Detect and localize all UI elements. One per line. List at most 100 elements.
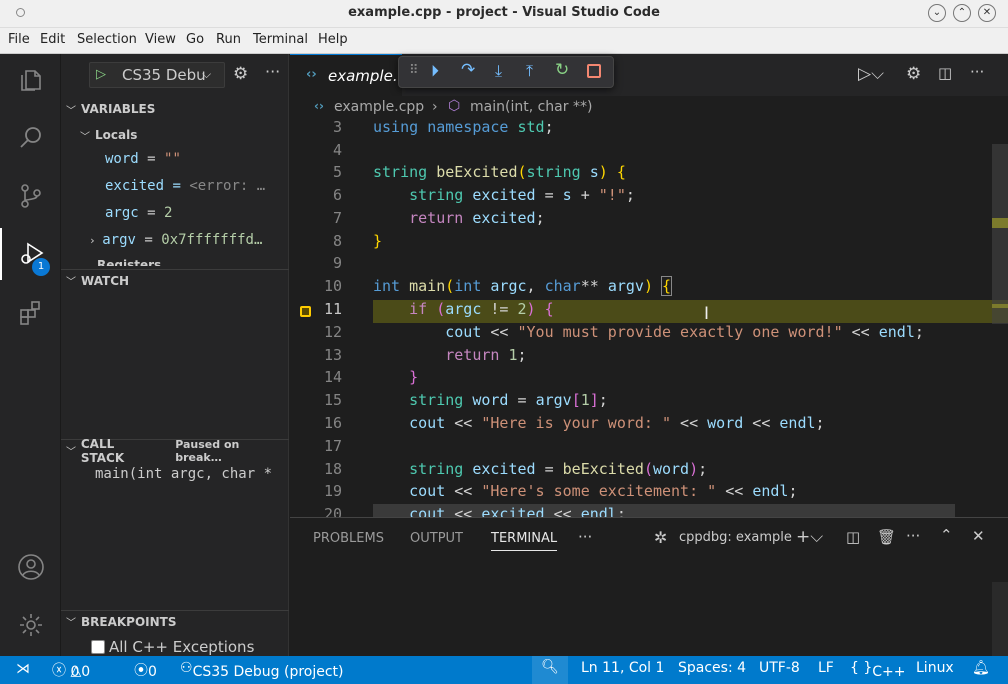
step-into-icon[interactable]: ⤓ <box>495 61 502 81</box>
menu-help[interactable]: Help <box>318 32 348 47</box>
code-line: 15 string word = argv[1]; <box>323 391 608 409</box>
variable-row[interactable]: word = "" <box>105 151 285 167</box>
breakpoint-label: All C++ Exceptions <box>109 638 255 656</box>
code-line: 20 cout << excited << endl; <box>323 505 626 517</box>
text-cursor-icon: I <box>704 304 710 324</box>
callstack-frame[interactable]: main(int argc, char * <box>95 466 289 482</box>
code-line: 12 cout << "You must provide exactly one… <box>323 323 924 341</box>
close-window-button[interactable]: ✕ <box>978 4 996 22</box>
variable-row[interactable]: argc = 2 <box>105 205 285 221</box>
chevron-down-icon: ⌵ <box>202 67 212 81</box>
ports-status[interactable]: ⦿ 0 <box>134 660 157 680</box>
code-line-current: 11 if (argc != 2) { <box>323 300 554 318</box>
search-icon[interactable] <box>0 112 61 164</box>
code-line: 17 <box>323 437 342 455</box>
breadcrumb: ‹› example.cpp › ⬡ main(int, char **) <box>290 96 1008 120</box>
trash-icon[interactable]: 🗑 <box>877 528 896 546</box>
more-actions-icon[interactable]: ··· <box>970 63 984 81</box>
step-over-icon[interactable]: ↷ <box>461 60 475 80</box>
menu-edit[interactable]: Edit <box>40 32 65 47</box>
exception-checkbox[interactable] <box>91 640 105 654</box>
new-terminal-icon[interactable]: +⌵ <box>796 527 823 547</box>
callstack-section-header[interactable]: ﹀ CALL STACK Paused on break… <box>61 437 289 465</box>
debug-sidebar: ▷ CS35 Debu ⌵ ⚙ ··· ﹀ VARIABLES ﹀ Locals w… <box>61 54 289 656</box>
menu-bar: File Edit Selection View Go Run Terminal… <box>0 28 1008 54</box>
code-line: 14 } <box>323 368 419 386</box>
zoom-search-icon[interactable]: 🔍︎ <box>532 656 568 684</box>
menu-run[interactable]: Run <box>216 32 241 47</box>
tab-terminal[interactable]: TERMINAL <box>491 531 558 551</box>
chevron-right-icon: › <box>432 99 438 115</box>
more-actions-icon[interactable]: ··· <box>265 62 280 81</box>
registers-row[interactable]: Registers <box>61 256 289 266</box>
menu-selection[interactable]: Selection <box>77 32 137 47</box>
cpp-file-icon: ‹› <box>306 67 317 82</box>
tab-problems[interactable]: PROBLEMS <box>313 531 384 546</box>
breadcrumb-symbol[interactable]: main(int, char **) <box>470 99 592 115</box>
run-debug-icon[interactable] <box>0 228 61 280</box>
chevron-down-icon: ﹀ <box>66 277 76 288</box>
accounts-icon[interactable] <box>0 541 61 593</box>
notifications-bell-icon[interactable]: 🔔︎ <box>972 660 990 676</box>
source-control-icon[interactable] <box>0 170 61 222</box>
tab-output[interactable]: OUTPUT <box>410 531 463 546</box>
code-line: 8} <box>332 232 383 250</box>
maximize-panel-icon[interactable]: ⌃ <box>940 526 953 544</box>
watch-section-header[interactable]: ﹀ WATCH <box>61 269 289 291</box>
minimize-button[interactable]: ⌄ <box>928 4 946 22</box>
chevron-down-icon: ﹀ <box>80 131 90 143</box>
language-status[interactable]: { } C++ <box>850 660 906 680</box>
tab-example-cpp[interactable]: ‹› example.c <box>290 54 406 96</box>
terminal-scrollbar[interactable] <box>992 582 1008 656</box>
manage-gear-icon[interactable] <box>0 599 61 651</box>
indentation-status[interactable]: Spaces: 4 <box>678 660 746 676</box>
split-editor-icon[interactable]: ◫ <box>938 64 952 82</box>
cursor-position[interactable]: Ln 11, Col 1 <box>581 660 664 676</box>
variable-row[interactable]: excited = <error: … <box>105 178 285 194</box>
os-status[interactable]: Linux <box>916 660 954 676</box>
menu-terminal[interactable]: Terminal <box>253 32 308 47</box>
menu-view[interactable]: View <box>145 32 176 47</box>
split-terminal-icon[interactable]: ◫ <box>846 528 860 546</box>
close-panel-icon[interactable]: ✕ <box>972 527 985 545</box>
restart-icon[interactable]: ↻ <box>555 60 569 80</box>
maximize-button[interactable]: ⌃ <box>953 4 971 22</box>
settings-gear-icon[interactable]: ⚙ <box>906 64 921 84</box>
menu-file[interactable]: File <box>8 32 30 47</box>
variable-row[interactable]: › argv = 0x7fffffffd… <box>89 232 285 248</box>
breakpoints-section-header[interactable]: ﹀ BREAKPOINTS <box>61 610 289 632</box>
menu-go[interactable]: Go <box>186 32 204 47</box>
callstack-status: Paused on break… <box>175 437 240 464</box>
terminal-name[interactable]: cppdbg: example <box>679 530 792 545</box>
start-debugging-icon[interactable]: ▷ <box>96 67 106 82</box>
run-dropdown-icon[interactable]: ▷⌵ <box>858 64 884 84</box>
encoding-status[interactable]: UTF-8 <box>759 660 800 676</box>
step-out-icon[interactable]: ⤒ <box>526 61 533 81</box>
configure-gear-icon[interactable]: ⚙ <box>233 64 248 84</box>
locals-scope[interactable]: ﹀ Locals <box>61 124 289 146</box>
code-line: 5 string beExcited(string s) { <box>332 163 626 181</box>
more-tabs-icon[interactable]: ··· <box>578 528 592 546</box>
extensions-icon[interactable] <box>0 286 61 338</box>
code-line: 7 return excited; <box>332 209 545 227</box>
code-line: 3 using namespace std; <box>332 120 554 136</box>
window-title: example.cpp - project - Visual Studio Co… <box>348 5 660 20</box>
stop-icon[interactable] <box>587 64 601 78</box>
problems-status[interactable]: ⓧ 0 △ 0 <box>52 660 90 680</box>
chevron-down-icon: ﹀ <box>66 105 76 117</box>
terminal-area[interactable] <box>290 556 992 656</box>
symbol-cube-icon: ⬡ <box>448 98 461 114</box>
continue-icon[interactable]: ⏵ <box>431 61 439 81</box>
activity-bar: 1 <box>0 54 61 656</box>
debug-session-status[interactable]: ⚇ CS35 Debug (project) <box>180 660 344 680</box>
breadcrumb-file[interactable]: example.cpp <box>334 99 424 115</box>
code-editor[interactable]: 3 using namespace std; 4 5 string beExcite… <box>290 120 1008 517</box>
run-config-select[interactable]: ▷ CS35 Debu ⌵ <box>89 62 225 88</box>
variables-section-header[interactable]: ﹀ VARIABLES <box>61 98 289 120</box>
more-actions-icon[interactable]: ··· <box>906 527 920 545</box>
eol-status[interactable]: LF <box>818 660 834 676</box>
drag-handle-icon[interactable]: ⠿ <box>409 63 419 78</box>
remote-icon[interactable]: ⋊ <box>16 661 30 677</box>
bottom-panel: PROBLEMS OUTPUT TERMINAL ··· ✲ cppdbg: e… <box>290 517 1008 656</box>
explorer-icon[interactable] <box>0 54 61 106</box>
